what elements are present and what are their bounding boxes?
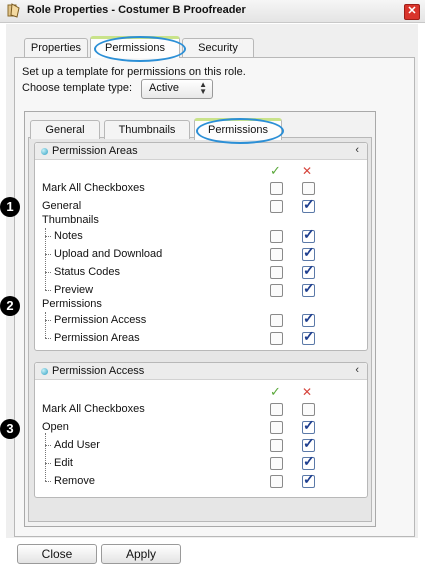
template-type-select[interactable]: Active ▲ ▼: [141, 79, 213, 99]
section-title: Permission Access: [52, 365, 145, 377]
collapse-icon[interactable]: ‹: [355, 364, 359, 376]
deny-icon: ✕: [302, 164, 313, 178]
allow-checkbox[interactable]: [270, 332, 283, 345]
deny-checkbox[interactable]: [302, 182, 315, 195]
tree-line: [45, 463, 51, 464]
help-text: Set up a template for permissions on thi…: [22, 66, 246, 78]
row-label: Remove: [54, 475, 95, 487]
tree-line: [45, 254, 51, 255]
tab-thumbnails[interactable]: Thumbnails: [104, 120, 190, 139]
deny-checkbox[interactable]: [302, 310, 315, 327]
globe-icon: [41, 148, 48, 155]
section-title: Permission Areas: [52, 145, 138, 157]
row-label: Add User: [54, 439, 100, 451]
tree-line: [45, 236, 51, 237]
callout-marker-2: 2: [0, 296, 20, 316]
deny-checkbox[interactable]: [302, 262, 315, 279]
tree-line: [45, 338, 51, 339]
allow-icon: ✓: [270, 384, 281, 399]
row-label: Notes: [54, 230, 83, 242]
callout-marker-3: 3: [0, 419, 20, 439]
allow-checkbox[interactable]: [270, 230, 283, 243]
row-label: Mark All Checkboxes: [42, 403, 145, 415]
deny-checkbox[interactable]: [302, 226, 315, 243]
window-title: Role Properties - Costumer B Proofreader: [27, 4, 246, 16]
allow-checkbox[interactable]: [270, 439, 283, 452]
deny-checkbox[interactable]: [302, 244, 315, 261]
tab-security[interactable]: Security: [182, 38, 254, 57]
deny-checkbox[interactable]: [302, 280, 315, 297]
callout-marker-1: 1: [0, 197, 20, 217]
title-bar: Role Properties - Costumer B Proofreader…: [0, 0, 425, 23]
tab-general[interactable]: General: [30, 120, 100, 139]
row-label: Permission Areas: [54, 332, 140, 344]
deny-checkbox[interactable]: [302, 328, 315, 345]
row-label: General: [42, 200, 82, 212]
row-label: Preview: [54, 284, 94, 296]
section-header: Permission Areas ‹: [35, 143, 367, 160]
allow-checkbox[interactable]: [270, 314, 283, 327]
row-label: Mark All Checkboxes: [42, 182, 145, 194]
deny-checkbox[interactable]: [302, 403, 315, 416]
row-label: Open: [42, 421, 69, 433]
deny-checkbox[interactable]: [302, 453, 315, 470]
allow-icon: ✓: [270, 163, 281, 178]
template-type-value: Active: [149, 82, 179, 94]
row-label: Permission Access: [54, 314, 147, 326]
deny-checkbox[interactable]: [302, 417, 315, 434]
tree-line: [45, 433, 46, 481]
app-icon: [7, 3, 20, 18]
tree-line: [45, 481, 51, 482]
deny-checkbox[interactable]: [302, 196, 315, 213]
close-icon[interactable]: ✕: [404, 4, 420, 20]
allow-checkbox[interactable]: [270, 266, 283, 279]
allow-checkbox[interactable]: [270, 421, 283, 434]
allow-checkbox[interactable]: [270, 248, 283, 261]
tree-line: [45, 228, 46, 290]
close-button[interactable]: Close: [17, 544, 97, 564]
select-arrows-icon: ▲ ▼: [199, 80, 207, 96]
allow-checkbox[interactable]: [270, 403, 283, 416]
tree-line: [45, 445, 51, 446]
row-label: Upload and Download: [54, 248, 163, 260]
tab-properties[interactable]: Properties: [24, 38, 88, 57]
highlight-ellipse: [196, 118, 284, 144]
deny-icon: ✕: [302, 385, 313, 399]
highlight-ellipse: [94, 36, 186, 62]
template-type-label: Choose template type:: [22, 82, 133, 94]
row-label: Thumbnails: [42, 214, 99, 226]
row-label: Edit: [54, 457, 73, 469]
allow-checkbox[interactable]: [270, 457, 283, 470]
collapse-icon[interactable]: ‹: [355, 144, 359, 156]
allow-checkbox[interactable]: [270, 200, 283, 213]
row-label: Permissions: [42, 298, 102, 310]
row-label: Status Codes: [54, 266, 121, 278]
deny-checkbox[interactable]: [302, 435, 315, 452]
allow-checkbox[interactable]: [270, 284, 283, 297]
allow-checkbox[interactable]: [270, 182, 283, 195]
section-header: Permission Access ‹: [35, 363, 367, 380]
globe-icon: [41, 368, 48, 375]
deny-checkbox[interactable]: [302, 471, 315, 488]
tree-line: [45, 320, 51, 321]
tree-line: [45, 290, 51, 291]
allow-checkbox[interactable]: [270, 475, 283, 488]
apply-button[interactable]: Apply: [101, 544, 181, 564]
tree-line: [45, 272, 51, 273]
tree-line: [45, 312, 46, 338]
